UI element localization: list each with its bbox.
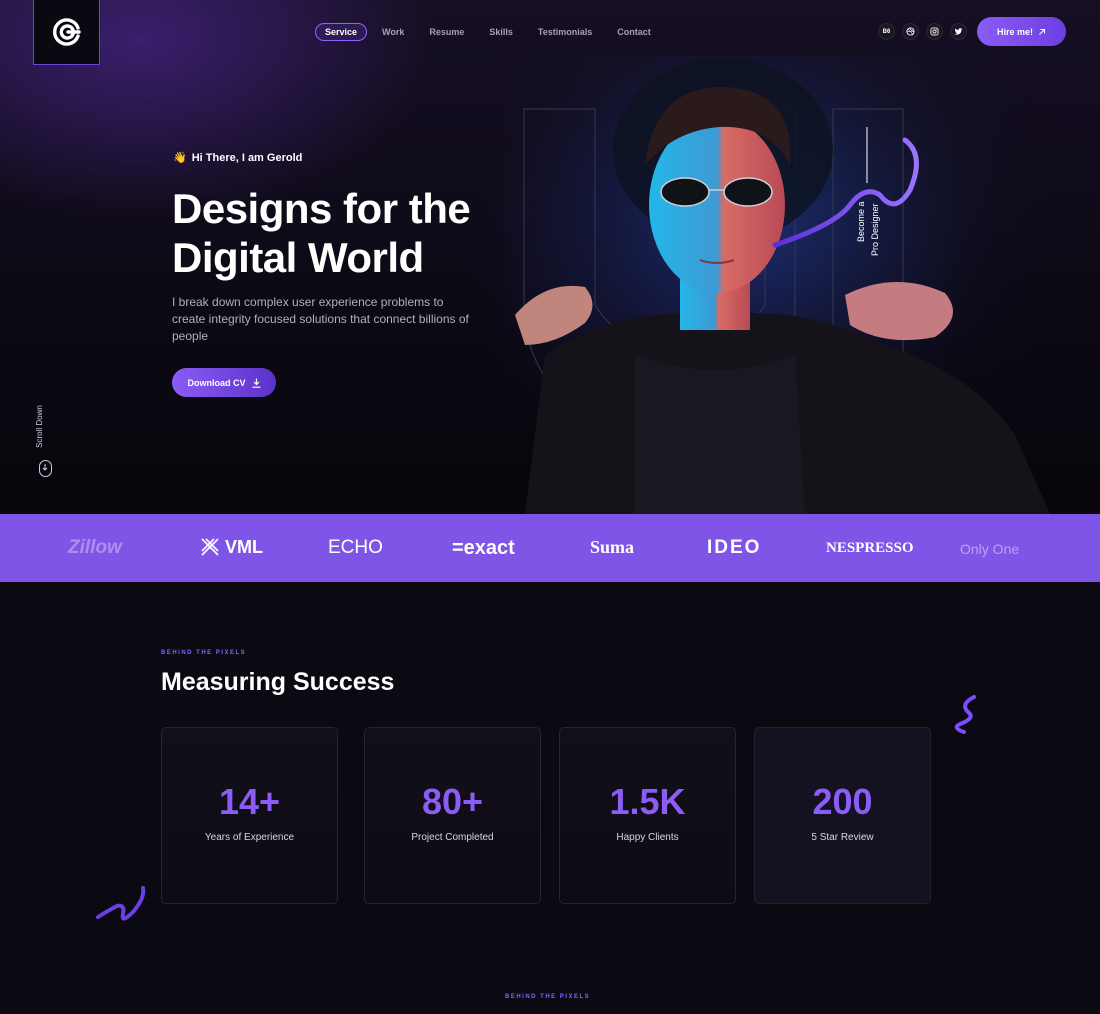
brand-vml: VML [200, 537, 263, 558]
logo-g-icon [52, 18, 81, 46]
stat-value: 14+ [218, 781, 281, 822]
next-section-eyebrow: BEHIND THE PIXELS [505, 994, 591, 1000]
brand-exact: =exact [452, 537, 515, 559]
section-eyebrow: BEHIND THE PIXELS [161, 650, 247, 656]
nav-skills[interactable]: Skills [479, 23, 523, 41]
stat-card-experience: 14+ Years of Experience [161, 727, 338, 904]
brand-vml-label: VML [225, 537, 264, 557]
nav-service[interactable]: Service [315, 23, 368, 41]
squiggle-decoration-icon [954, 695, 976, 734]
main-nav: Service Work Resume Skills Testimonials … [315, 23, 666, 41]
brand-echo: ECHO [328, 537, 383, 558]
hero-section: Service Work Resume Skills Testimonials … [0, 0, 1100, 514]
download-icon [252, 378, 260, 388]
brand-suma: Suma [590, 537, 635, 557]
stat-card-reviews: 200 5 Star Review [754, 727, 931, 904]
wave-hand-icon: 👋 [173, 152, 187, 164]
stat-label: Years of Experience [204, 832, 295, 843]
arrow-up-right-icon [1039, 28, 1046, 35]
vml-x-icon [201, 538, 219, 556]
greeting: 👋 Hi There, I am Gerold [173, 151, 303, 165]
download-cv-button[interactable]: Download CV [172, 368, 276, 397]
social-links: B6 [878, 23, 967, 40]
hire-me-label: Hire me! [996, 26, 1033, 37]
brand-logos-bar: Zillow VML ECHO =exact Suma IDEO NESPRES… [0, 514, 1100, 582]
hero-portrait [505, 55, 1050, 514]
logo[interactable] [33, 0, 100, 65]
nav-work[interactable]: Work [372, 23, 414, 41]
nav-resume[interactable]: Resume [419, 23, 474, 41]
hero-headline: Designs for the Digital World [172, 184, 512, 282]
brand-only-one: Only One [960, 541, 1020, 557]
headline-line-1: Designs for the [172, 185, 471, 232]
become-pro-designer-label: Become a Pro Designer [848, 196, 888, 256]
squiggle-decoration-icon [96, 886, 146, 921]
scroll-down-indicator[interactable]: Scroll Down [34, 404, 54, 478]
nav-testimonials[interactable]: Testimonials [528, 23, 602, 41]
measuring-success-section: BEHIND THE PIXELS Measuring Success 14+ … [0, 582, 1100, 1014]
stat-card-clients: 1.5K Happy Clients [559, 727, 736, 904]
side-label-line-1: Become a [856, 201, 866, 242]
download-cv-label: Download CV [187, 377, 246, 388]
brand-nespresso: NESPRESSO [826, 540, 914, 556]
greeting-text: Hi There, I am Gerold [191, 151, 303, 164]
nav-contact[interactable]: Contact [607, 23, 661, 41]
section-title: Measuring Success [161, 668, 395, 696]
stat-value: 200 [812, 781, 873, 822]
stat-value: 80+ [421, 781, 484, 822]
side-label-line-2: Pro Designer [870, 203, 880, 256]
stat-value: 1.5K [609, 781, 686, 822]
dribbble-icon[interactable] [902, 23, 919, 40]
brand-zillow: Zillow [68, 537, 122, 558]
mouse-icon [39, 460, 52, 477]
stat-card-projects: 80+ Project Completed [364, 727, 541, 904]
stat-label: Project Completed [411, 832, 494, 843]
twitter-icon[interactable] [950, 23, 967, 40]
instagram-icon[interactable] [926, 23, 943, 40]
scroll-down-label: Scroll Down [34, 405, 44, 448]
brand-ideo: IDEO [707, 537, 762, 558]
hire-me-button[interactable]: Hire me! [977, 17, 1066, 46]
hero-description: I break down complex user experience pro… [172, 295, 469, 343]
headline-line-2: Digital World [172, 234, 424, 281]
stat-label: Happy Clients [616, 832, 679, 843]
behance-icon[interactable]: B6 [878, 23, 895, 40]
stat-label: 5 Star Review [811, 832, 874, 843]
